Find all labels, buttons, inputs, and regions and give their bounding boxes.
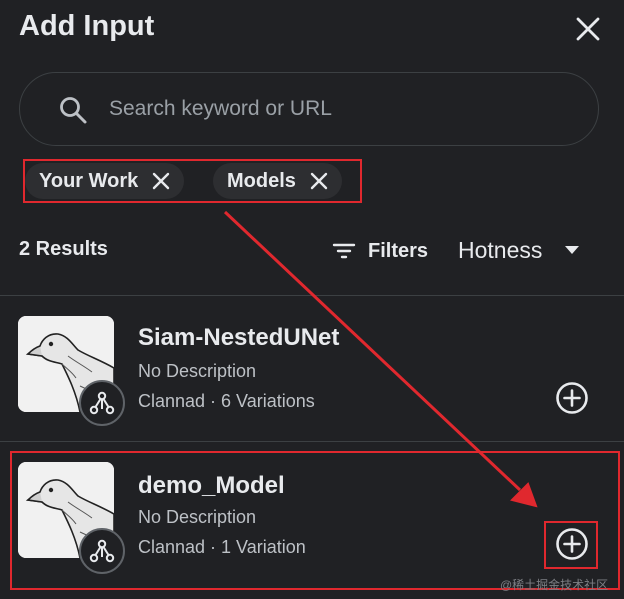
close-icon xyxy=(576,17,600,41)
caret-down-icon xyxy=(565,246,580,254)
sort-label: Hotness xyxy=(458,236,543,263)
filter-icon xyxy=(332,243,356,259)
search-input[interactable] xyxy=(109,91,579,127)
sort-dropdown[interactable]: Hotness xyxy=(458,234,580,266)
filters-button[interactable]: Filters xyxy=(332,236,428,266)
list-item[interactable]: Siam-NestedUNet No Description Clannad ·… xyxy=(0,296,624,436)
plus-circle-icon xyxy=(556,382,588,414)
model-icon xyxy=(89,391,115,415)
model-type-badge xyxy=(79,380,125,426)
add-button[interactable] xyxy=(554,380,590,416)
results-count: 2 Results xyxy=(19,238,108,260)
item-description: No Description xyxy=(138,361,257,381)
add-button-highlight-box xyxy=(544,521,598,569)
panel-title: Add Input xyxy=(19,10,155,42)
item-highlight-box xyxy=(10,451,620,590)
filters-label: Filters xyxy=(368,239,429,262)
search-icon xyxy=(60,97,87,124)
add-input-panel: Add Input Your Work Models 2 Results xyxy=(0,0,624,599)
close-button[interactable] xyxy=(570,11,606,47)
item-name[interactable]: Siam-NestedUNet xyxy=(138,324,339,352)
watermark: @稀土掘金技术社区 xyxy=(500,578,609,592)
item-meta: Clannad · 6 Variations xyxy=(138,391,315,411)
search-bar xyxy=(19,72,599,146)
chips-highlight-box xyxy=(23,159,362,203)
